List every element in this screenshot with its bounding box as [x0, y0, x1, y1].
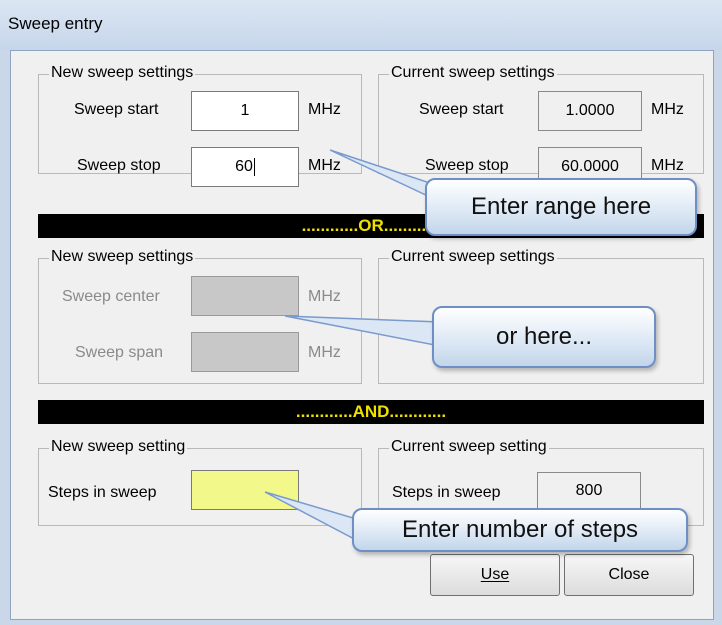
- current-steps-value: 800: [537, 472, 641, 510]
- new-sweep-stop-input[interactable]: 60: [191, 147, 299, 187]
- current-sweep-start-value: 1.0000: [538, 91, 642, 131]
- sweep-center-input[interactable]: [191, 276, 299, 316]
- steps-in-sweep-input[interactable]: [191, 470, 299, 510]
- sweep-span-input[interactable]: [191, 332, 299, 372]
- sweep-entry-window: Sweep entry New sweep settings Sweep sta…: [0, 0, 722, 625]
- text-caret: [253, 158, 255, 176]
- sweep-span-unit: MHz: [308, 344, 341, 361]
- new-sweep-start-label: Sweep start: [74, 101, 159, 118]
- new-sweep-stop-unit: MHz: [308, 157, 341, 174]
- and-separator-band: ............AND............: [38, 400, 704, 424]
- center-callout: or here...: [432, 306, 656, 368]
- sweep-center-label: Sweep center: [62, 288, 160, 305]
- new-sweep-stop-value: 60: [235, 158, 253, 175]
- use-button[interactable]: Use: [430, 554, 560, 596]
- new-sweep-start-unit: MHz: [308, 101, 341, 118]
- sweep-center-unit: MHz: [308, 288, 341, 305]
- current-sweep-start-unit: MHz: [651, 101, 684, 118]
- new-range-legend: New sweep settings: [49, 64, 196, 82]
- current-steps-legend: Current sweep setting: [389, 438, 549, 456]
- current-range-legend: Current sweep settings: [389, 64, 557, 82]
- steps-callout: Enter number of steps: [352, 508, 688, 552]
- range-callout: Enter range here: [425, 178, 697, 236]
- use-button-label: Use: [480, 566, 510, 583]
- close-button[interactable]: Close: [564, 554, 694, 596]
- new-sweep-stop-label: Sweep stop: [77, 157, 161, 174]
- title-bar[interactable]: Sweep entry: [0, 0, 722, 50]
- sweep-span-label: Sweep span: [75, 344, 164, 361]
- new-sweep-start-input[interactable]: 1: [191, 91, 299, 131]
- current-sweep-stop-unit: MHz: [651, 157, 684, 174]
- current-sweep-stop-label: Sweep stop: [425, 157, 509, 174]
- new-center-legend: New sweep settings: [49, 248, 196, 266]
- current-sweep-start-label: Sweep start: [419, 101, 504, 118]
- new-steps-label: Steps in sweep: [48, 484, 157, 501]
- current-center-legend: Current sweep settings: [389, 248, 557, 266]
- close-button-label: Close: [608, 566, 650, 583]
- current-steps-label: Steps in sweep: [392, 484, 501, 501]
- window-title: Sweep entry: [8, 14, 103, 33]
- new-steps-legend: New sweep setting: [49, 438, 188, 456]
